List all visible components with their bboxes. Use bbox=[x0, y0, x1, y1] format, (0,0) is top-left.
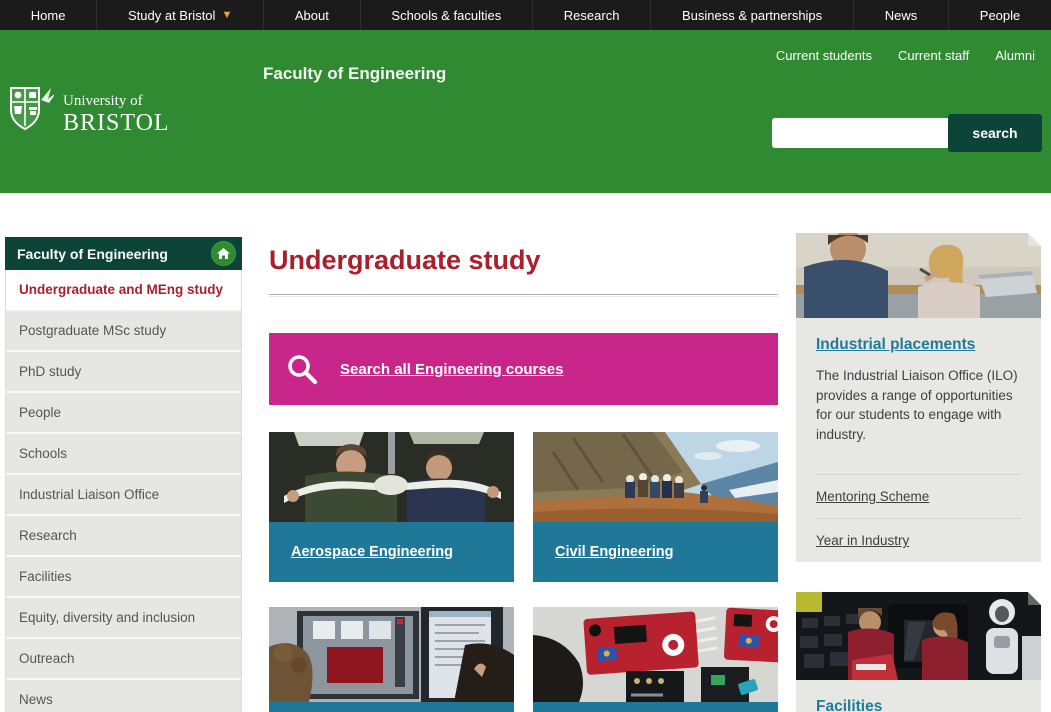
site-search: search bbox=[772, 114, 1042, 152]
aerospace-engineering-link[interactable]: Aerospace Engineering bbox=[291, 544, 453, 560]
sidebar-item-outreach[interactable]: Outreach bbox=[6, 639, 241, 680]
card-label-bar bbox=[269, 702, 514, 712]
course-cards: Aerospace Engineering bbox=[269, 432, 778, 712]
industrial-placements-link[interactable]: Industrial placements bbox=[816, 336, 975, 354]
sidebar-item-people[interactable]: People bbox=[6, 393, 241, 434]
page-title: Undergraduate study bbox=[269, 245, 778, 276]
sidebar-item-news[interactable]: News bbox=[6, 680, 241, 712]
card-civil-engineering[interactable]: Civil Engineering bbox=[533, 432, 778, 582]
placement-links: Mentoring Scheme Year in Industry bbox=[796, 474, 1041, 562]
coastal-fieldwork-photo bbox=[533, 432, 778, 522]
course-search-banner[interactable]: Search all Engineering courses bbox=[269, 333, 778, 405]
related-content: Industrial placements The Industrial Lia… bbox=[796, 233, 1041, 712]
nav-item-home[interactable]: Home bbox=[0, 0, 96, 30]
card-label-bar bbox=[533, 702, 778, 712]
search-input[interactable] bbox=[772, 118, 948, 148]
top-navigation: Home Study at Bristol ▼ About Schools & … bbox=[0, 0, 1051, 30]
card-label-bar: Aerospace Engineering bbox=[269, 522, 514, 582]
search-icon bbox=[285, 352, 319, 386]
circuit-boards-photo bbox=[533, 607, 778, 702]
site-header: Current students Current staff Alumni Fa… bbox=[0, 30, 1051, 193]
nav-item-schools-faculties[interactable]: Schools & faculties bbox=[360, 0, 532, 30]
search-courses-link[interactable]: Search all Engineering courses bbox=[340, 361, 563, 378]
divider bbox=[269, 294, 778, 297]
logo-text: University of BRISTOL bbox=[63, 93, 170, 137]
facilities-link[interactable]: Facilities bbox=[816, 698, 882, 712]
nav-item-business-partnerships[interactable]: Business & partnerships bbox=[650, 0, 853, 30]
industrial-placements-text: The Industrial Liaison Office (ILO) prov… bbox=[816, 366, 1021, 444]
card-label-bar: Civil Engineering bbox=[533, 522, 778, 582]
sidebar-item-ilo[interactable]: Industrial Liaison Office bbox=[6, 475, 241, 516]
sidebar-item-postgraduate[interactable]: Postgraduate MSc study bbox=[6, 311, 241, 352]
year-in-industry-link[interactable]: Year in Industry bbox=[816, 518, 1021, 562]
facilities-card: Facilities bbox=[796, 592, 1041, 712]
sidebar-header: Faculty of Engineering bbox=[5, 237, 242, 270]
sidebar-item-facilities[interactable]: Facilities bbox=[6, 557, 241, 598]
nav-item-research[interactable]: Research bbox=[532, 0, 650, 30]
sidebar-item-schools[interactable]: Schools bbox=[6, 434, 241, 475]
card-course-4[interactable] bbox=[533, 607, 778, 712]
wind-tunnel-photo bbox=[269, 432, 514, 522]
corner-fold bbox=[1028, 592, 1041, 605]
nav-item-news[interactable]: News bbox=[853, 0, 948, 30]
nav-item-about[interactable]: About bbox=[263, 0, 360, 30]
search-button[interactable]: search bbox=[948, 114, 1042, 152]
civil-engineering-link[interactable]: Civil Engineering bbox=[555, 544, 673, 560]
home-icon bbox=[217, 248, 230, 260]
chevron-down-icon: ▼ bbox=[221, 9, 232, 21]
utility-links: Current students Current staff Alumni bbox=[776, 48, 1035, 63]
sidebar-item-research[interactable]: Research bbox=[6, 516, 241, 557]
facilities-body: Facilities bbox=[796, 680, 1041, 712]
placement-meeting-photo bbox=[796, 233, 1041, 318]
nav-item-study-at-bristol[interactable]: Study at Bristol ▼ bbox=[96, 0, 263, 30]
sidebar-item-undergraduate[interactable]: Undergraduate and MEng study bbox=[6, 270, 241, 311]
sidebar-item-equity[interactable]: Equity, diversity and inclusion bbox=[6, 598, 241, 639]
card-aerospace-engineering[interactable]: Aerospace Engineering bbox=[269, 432, 514, 582]
bristol-crest-icon bbox=[8, 82, 54, 137]
page-body: Faculty of Engineering Undergraduate and… bbox=[0, 193, 1051, 712]
computer-lab-photo bbox=[269, 607, 514, 702]
link-current-students[interactable]: Current students bbox=[776, 48, 872, 63]
link-current-staff[interactable]: Current staff bbox=[898, 48, 969, 63]
card-course-3[interactable] bbox=[269, 607, 514, 712]
sidebar-list: Undergraduate and MEng study Postgraduat… bbox=[5, 270, 242, 712]
industrial-placements-body: Industrial placements The Industrial Lia… bbox=[796, 318, 1041, 474]
corner-fold bbox=[1028, 233, 1041, 246]
mentoring-scheme-link[interactable]: Mentoring Scheme bbox=[816, 474, 1021, 518]
3d-printing-lab-photo bbox=[796, 592, 1041, 680]
link-alumni[interactable]: Alumni bbox=[995, 48, 1035, 63]
main-content: Undergraduate study Search all Engineeri… bbox=[269, 193, 778, 712]
nav-item-people[interactable]: People bbox=[948, 0, 1051, 30]
sidebar-item-phd[interactable]: PhD study bbox=[6, 352, 241, 393]
industrial-placements-card: Industrial placements The Industrial Lia… bbox=[796, 233, 1041, 562]
home-button[interactable] bbox=[211, 241, 236, 266]
site-title: Faculty of Engineering bbox=[263, 64, 446, 84]
university-logo[interactable]: University of BRISTOL bbox=[8, 82, 170, 137]
section-navigation: Faculty of Engineering Undergraduate and… bbox=[5, 237, 242, 712]
